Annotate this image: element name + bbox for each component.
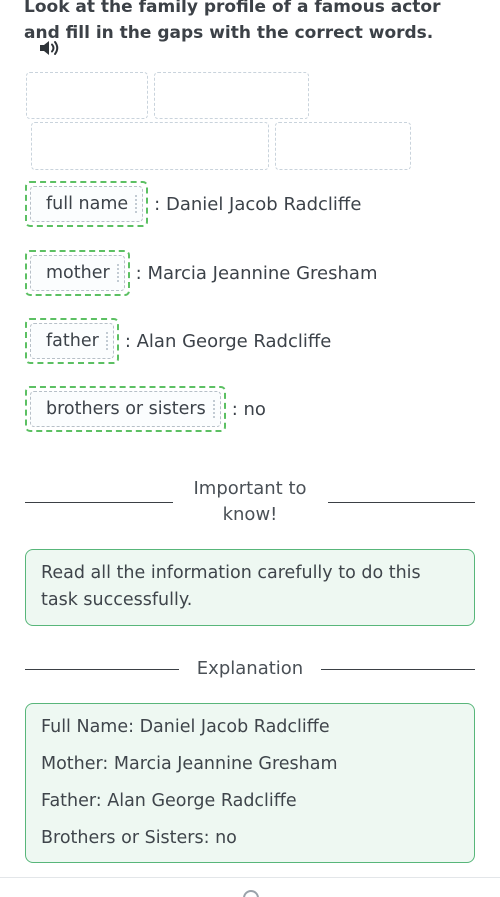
gap-father[interactable]: father [25,318,119,364]
divider-line [321,668,475,670]
drag-handle-icon [116,264,120,282]
progress-indicator-icon [243,890,259,897]
profile-value: : Daniel Jacob Radcliffe [154,193,362,215]
gap-siblings[interactable]: brothers or sisters [25,386,226,432]
gap-mother[interactable]: mother [25,250,130,296]
profile-row-mother: mother : Marcia Jeannine Gresham [25,250,378,296]
word-bank-slot-3[interactable] [31,122,269,170]
important-text: Read all the information carefully to do… [41,563,421,610]
drag-handle-icon [105,332,109,350]
gap-full-name[interactable]: full name [25,181,149,227]
drag-handle-icon [135,195,138,213]
profile-row-siblings: brothers or sisters : no [25,386,266,432]
profile-value: : Alan George Radcliffe [124,330,332,352]
word-chip-father[interactable]: father [30,323,114,359]
chip-label: mother [46,263,110,283]
profile-value: : Marcia Jeannine Gresham [135,262,378,284]
profile-row-father: father : Alan George Radcliffe [25,318,331,364]
explanation-line: Full Name: Daniel Jacob Radcliffe [41,717,330,737]
important-box: Read all the information carefully to do… [25,549,475,626]
chip-label: brothers or sisters [46,399,206,419]
profile-value: : no [231,398,266,420]
explanation-heading: Explanation [196,658,304,679]
drag-handle-icon [212,400,216,418]
divider-line [25,501,173,503]
explanation-line: Father: Alan George Radcliffe [41,791,297,811]
explanation-box: Full Name: Daniel Jacob Radcliffe Mother… [25,703,475,863]
instruction-line-2: and fill in the gaps with the correct wo… [24,23,434,43]
explanation-line: Brothers or Sisters: no [41,828,237,848]
footer-divider [0,877,500,878]
explanation-divider: Explanation [25,656,475,682]
instruction-line-1: Look at the family profile of a famous a… [24,0,441,17]
chip-label: father [46,331,99,351]
word-chip-brothers-or-sisters[interactable]: brothers or sisters [30,391,221,427]
word-chip-full-name[interactable]: full name [30,186,144,222]
divider-line [327,501,475,503]
speaker-icon[interactable] [38,39,62,57]
divider-line [25,668,179,670]
task-instruction: Look at the family profile of a famous a… [24,0,494,46]
word-bank-slot-1[interactable] [26,72,148,119]
chip-label: full name [46,194,129,214]
profile-row-full-name: full name : Daniel Jacob Radcliffe [25,181,361,227]
word-bank-slot-4[interactable] [275,122,411,170]
explanation-line: Mother: Marcia Jeannine Gresham [41,754,338,774]
important-heading: Important to know! [193,478,307,525]
important-divider: Important to know! [25,476,475,528]
word-bank-slot-2[interactable] [154,72,309,119]
word-chip-mother[interactable]: mother [30,255,125,291]
